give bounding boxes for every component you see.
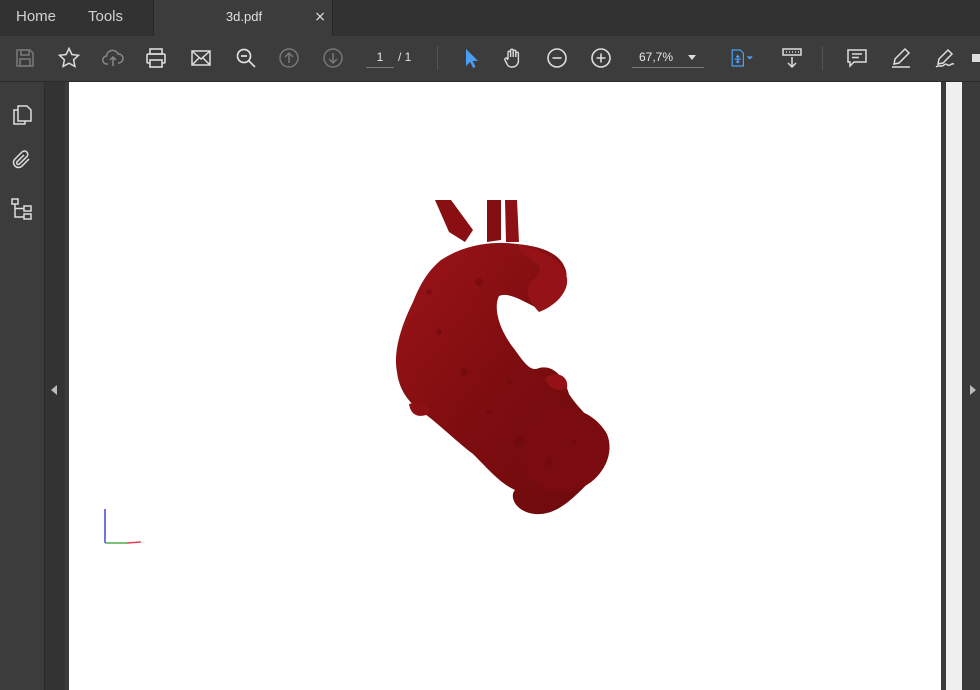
fit-page-icon[interactable] xyxy=(722,44,760,72)
left-panel-toggle[interactable] xyxy=(45,82,65,690)
left-navigation-rail xyxy=(0,82,45,690)
zoom-in-icon[interactable] xyxy=(586,44,616,72)
email-icon[interactable] xyxy=(186,44,216,72)
zoom-level-select[interactable]: 67,7% xyxy=(632,47,704,68)
close-tab-icon[interactable]: × xyxy=(314,0,326,34)
vertical-scrollbar[interactable] xyxy=(946,82,962,690)
toolbar: / 1 67,7% xyxy=(0,36,980,82)
chevron-down-icon xyxy=(688,55,696,60)
highlight-icon[interactable] xyxy=(886,44,916,72)
more-tools-icon[interactable] xyxy=(972,54,980,62)
sign-icon[interactable] xyxy=(930,44,960,72)
toolbar-divider xyxy=(437,46,438,70)
hand-tool-icon[interactable] xyxy=(498,44,528,72)
tab-tools[interactable]: Tools xyxy=(88,0,123,34)
zoom-value: 67,7% xyxy=(639,50,674,64)
select-arrow-icon[interactable] xyxy=(455,44,485,72)
document-page[interactable] xyxy=(69,82,941,690)
comment-icon[interactable] xyxy=(842,44,872,72)
right-panel-toggle-icon[interactable] xyxy=(970,385,976,395)
bookmark-star-icon[interactable] xyxy=(54,44,84,72)
search-zoom-icon[interactable] xyxy=(231,44,261,72)
document-title: 3d.pdf xyxy=(225,9,263,24)
next-page-icon[interactable] xyxy=(318,44,348,72)
aorta-3d-model xyxy=(395,200,610,515)
tab-bar: Home Tools 3d.pdf × xyxy=(0,0,980,36)
page-number-input[interactable] xyxy=(366,47,394,68)
chevron-left-icon xyxy=(51,385,57,395)
3d-model-viewport[interactable] xyxy=(69,82,941,690)
toolbar-divider xyxy=(822,46,823,70)
structure-tree-icon[interactable] xyxy=(10,197,34,221)
tab-home[interactable]: Home xyxy=(16,0,56,34)
attachment-icon[interactable] xyxy=(10,148,34,172)
scroll-mode-icon[interactable] xyxy=(777,44,807,72)
axis-orientation-gizmo xyxy=(104,509,142,544)
zoom-out-icon[interactable] xyxy=(542,44,572,72)
upload-cloud-icon[interactable] xyxy=(98,44,128,72)
pages-icon[interactable] xyxy=(10,103,34,127)
page-total: / 1 xyxy=(398,50,412,64)
save-icon[interactable] xyxy=(10,44,40,72)
tab-document[interactable]: 3d.pdf × xyxy=(153,0,333,36)
previous-page-icon[interactable] xyxy=(274,44,304,72)
print-icon[interactable] xyxy=(141,44,171,72)
